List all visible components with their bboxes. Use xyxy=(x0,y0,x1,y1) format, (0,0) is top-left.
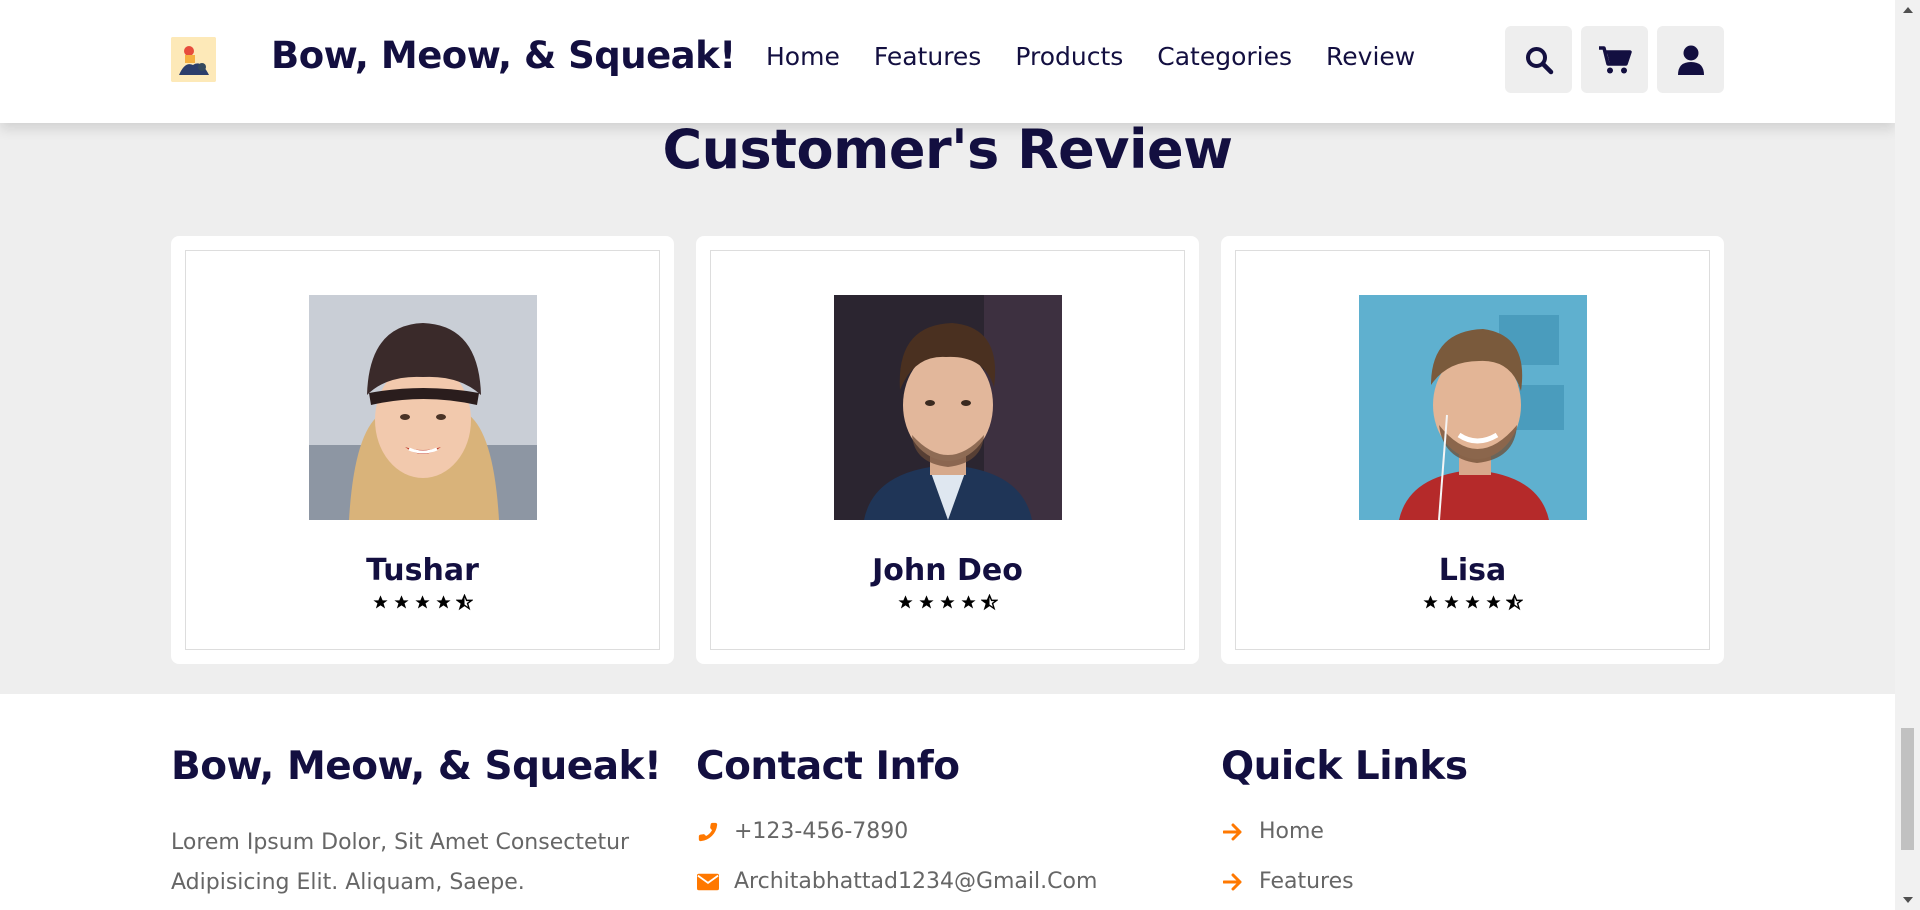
avatar xyxy=(308,295,537,520)
star-half-icon xyxy=(1505,593,1524,615)
contact-email-link[interactable]: Architabhattad1234@Gmail.Com xyxy=(696,869,1097,894)
envelope-icon xyxy=(696,873,720,891)
review-card: Tushar xyxy=(171,236,674,664)
reviewer-name: Tushar xyxy=(366,553,479,588)
scroll-down-icon[interactable] xyxy=(1895,890,1920,910)
contact-phone-link[interactable]: +123-456-7890 xyxy=(696,819,1097,844)
quick-link-home[interactable]: Home xyxy=(1221,819,1468,844)
star-icon xyxy=(918,594,935,615)
star-rating xyxy=(711,593,1184,615)
search-icon xyxy=(1525,46,1553,74)
star-icon xyxy=(897,594,914,615)
arrow-right-icon xyxy=(1221,873,1245,891)
scroll-thumb[interactable] xyxy=(1901,728,1914,850)
page-scrollbar[interactable] xyxy=(1895,0,1920,910)
avatar xyxy=(1358,295,1587,520)
brand-name[interactable]: Bow, Meow, & Squeak! xyxy=(271,34,736,77)
contact-phone: +123-456-7890 xyxy=(734,819,909,844)
nav-features[interactable]: Features xyxy=(874,42,982,71)
quick-link-features[interactable]: Features xyxy=(1221,869,1468,894)
page: Bow, Meow, & Squeak! Home Features Produ… xyxy=(0,0,1895,910)
arrow-right-icon xyxy=(1221,823,1245,841)
account-button[interactable] xyxy=(1657,26,1724,93)
star-icon xyxy=(414,594,431,615)
quick-link-label: Home xyxy=(1259,819,1324,844)
avatar xyxy=(833,295,1062,520)
review-card-border: John Deo xyxy=(710,250,1185,650)
star-icon xyxy=(960,594,977,615)
phone-icon xyxy=(696,821,720,843)
nav-home[interactable]: Home xyxy=(766,42,840,71)
footer-contact-title: Contact Info xyxy=(696,744,960,789)
contact-email: Architabhattad1234@Gmail.Com xyxy=(734,869,1098,894)
star-icon xyxy=(372,594,389,615)
star-icon xyxy=(1443,594,1460,615)
footer-contact: Contact Info +123-456-7890 Architabhatta… xyxy=(696,744,1097,894)
footer-about-text: Lorem Ipsum Dolor, Sit Amet Consectetur … xyxy=(171,830,630,895)
quick-links-list: Home Features xyxy=(1221,819,1468,894)
reviewer-name: Lisa xyxy=(1438,553,1507,588)
star-rating xyxy=(186,593,659,615)
cart-icon xyxy=(1598,45,1632,73)
star-icon xyxy=(1464,594,1481,615)
footer-about-title: Bow, Meow, & Squeak! xyxy=(171,744,662,789)
scroll-up-icon[interactable] xyxy=(1895,0,1920,20)
footer-links-title: Quick Links xyxy=(1221,744,1468,789)
review-card-border: Tushar xyxy=(185,250,660,650)
section-title: Customer's Review xyxy=(662,118,1233,181)
nav-products[interactable]: Products xyxy=(1015,42,1123,71)
footer-links: Quick Links Home Features xyxy=(1221,744,1468,894)
star-rating xyxy=(1236,593,1709,615)
star-icon xyxy=(393,594,410,615)
star-half-icon xyxy=(455,593,474,615)
site-footer: Bow, Meow, & Squeak! Lorem Ipsum Dolor, … xyxy=(0,694,1895,910)
star-icon xyxy=(1422,594,1439,615)
nav-categories[interactable]: Categories xyxy=(1157,42,1292,71)
logo[interactable] xyxy=(171,37,216,82)
user-icon xyxy=(1677,45,1704,75)
contact-list: +123-456-7890 Architabhattad1234@Gmail.C… xyxy=(696,819,1097,894)
quick-link-label: Features xyxy=(1259,869,1354,894)
site-header: Bow, Meow, & Squeak! Home Features Produ… xyxy=(0,0,1895,123)
star-half-icon xyxy=(980,593,999,615)
search-button[interactable] xyxy=(1505,26,1572,93)
star-icon xyxy=(1485,594,1502,615)
review-card: Lisa xyxy=(1221,236,1724,664)
star-icon xyxy=(435,594,452,615)
star-icon xyxy=(939,594,956,615)
review-card: John Deo xyxy=(696,236,1199,664)
reviewer-name: John Deo xyxy=(872,553,1023,588)
nav-review[interactable]: Review xyxy=(1326,42,1415,71)
main-nav: Home Features Products Categories Review xyxy=(766,42,1415,71)
footer-about: Bow, Meow, & Squeak! Lorem Ipsum Dolor, … xyxy=(171,744,662,903)
review-card-border: Lisa xyxy=(1235,250,1710,650)
cart-button[interactable] xyxy=(1581,26,1648,93)
